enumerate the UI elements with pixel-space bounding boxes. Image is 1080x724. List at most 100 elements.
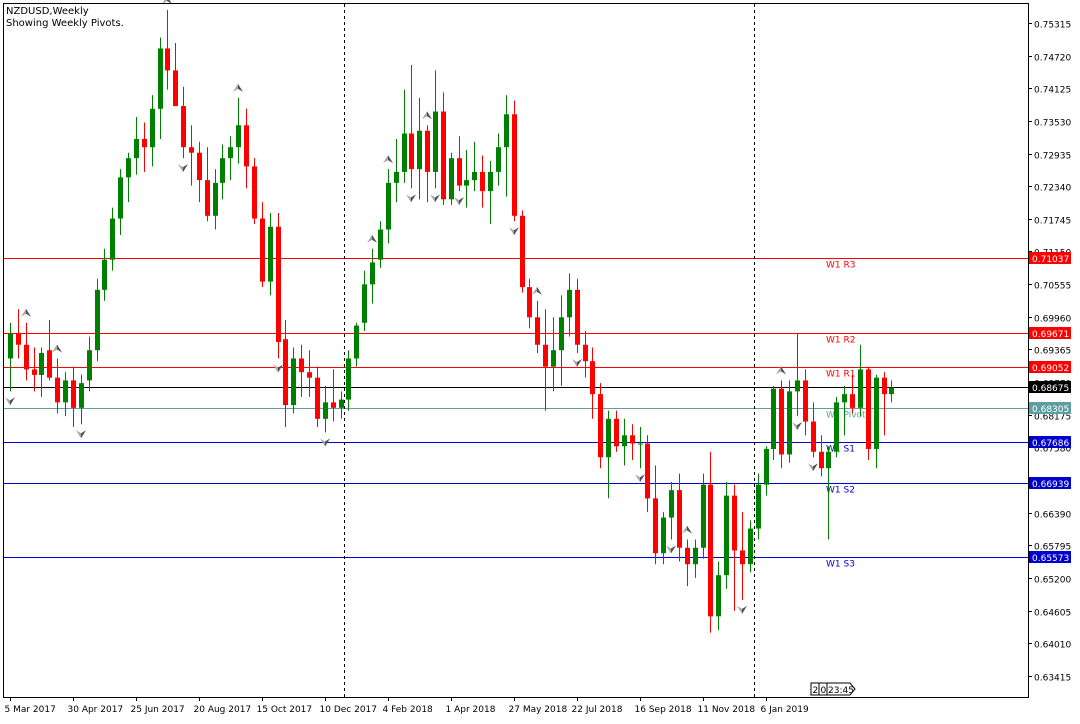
candle-body-86 [685,547,690,565]
candle-body-69 [551,350,556,367]
price-tag-w1-r3-text: 0.71037 [1032,255,1069,265]
candle-body-49 [394,171,399,183]
y-tick-label-4: 0.72935 [1034,152,1071,162]
candle-body-64 [512,114,517,216]
x-tick-label-11: 11 Nov 2018 [698,705,756,715]
pivot-label-w1-s2: W1 S2 [826,486,855,496]
y-tick-label-0: 0.75315 [1034,21,1071,31]
candle-body-23 [189,147,194,153]
candle-88 [701,473,706,559]
candle-105 [834,396,839,458]
candle-body-71 [567,289,572,318]
candle-31 [252,158,257,225]
price-chart[interactable]: W1 R3W1 R2W1 R1W1 PivotW1 S1W1 S2W1 S3 0… [0,0,1080,720]
x-tick-label-5: 10 Dec 2017 [320,705,378,715]
candle-body-95 [756,484,761,529]
y-tick-label-19: 0.64010 [1034,641,1071,651]
pivot-label-w1-r1: W1 R1 [826,370,855,380]
candle-body-11 [95,289,100,351]
x-tick-label-12: 6 Jan 2019 [761,705,809,715]
candle-body-96 [764,448,769,485]
candle-body-57 [457,158,462,186]
candle-body-30 [244,125,249,167]
candle-body-61 [488,171,493,192]
candle-body-37 [299,358,304,373]
x-tick-label-0: 5 Mar 2017 [5,705,56,715]
chart-subtitle: Showing Weekly Pivots. [6,18,124,29]
x-tick-label-6: 4 Feb 2018 [383,705,434,715]
y-tick-label-20: 0.63415 [1034,674,1071,684]
candle-body-26 [213,182,218,216]
timer-digit-2: 0 [821,686,827,696]
candle-body-15 [126,158,131,178]
candle-72 [575,278,580,353]
pivot-label-w1-r3: W1 R3 [826,261,855,271]
candle-65 [520,210,525,293]
candle-75 [598,383,603,469]
candle-body-6 [55,377,60,403]
candle-body-78 [622,435,627,447]
y-tick-label-2: 0.74125 [1034,86,1071,96]
chart-window: W1 R3 W1 R2 W1 R1 W1 Pivot W1 S1 W1 S2 W1 S3 0… [0,0,1080,720]
candle-body-8 [71,380,76,408]
candle-body-103 [819,451,824,469]
candle-body-39 [315,377,320,419]
y-tick-label-1: 0.74720 [1034,54,1071,64]
candle-body-3 [32,369,37,375]
candle-body-110 [874,377,879,449]
candle-body-73 [583,344,588,362]
candle-body-72 [575,289,580,345]
price-tag-w1-s1-text: 0.67686 [1032,439,1069,449]
candle-body-44 [354,325,359,359]
candle-body-81 [645,443,650,499]
candle-body-106 [842,394,847,403]
candle-body-42 [339,399,344,408]
candle-body-1 [16,333,21,345]
candle-body-66 [527,287,532,318]
candle-body-10 [87,350,92,381]
candle-body-5 [47,350,52,378]
x-tick-label-8: 27 May 2018 [509,705,568,715]
candle-11 [95,278,100,362]
candle-body-53 [425,130,430,172]
candle-body-13 [110,218,115,260]
candle-body-102 [811,421,816,452]
price-tag-w1-s2-text: 0.66939 [1032,480,1069,490]
y-tick-label-18: 0.64605 [1034,609,1071,619]
candle-body-62 [496,147,501,172]
candle-body-101 [803,380,808,422]
candle-body-104 [826,451,831,469]
timer-time: 23:45 [828,686,854,696]
candle-body-85 [677,490,682,548]
x-tick-label-3: 20 Aug 2017 [194,705,252,715]
candle-body-76 [606,418,611,458]
candle-body-68 [543,344,548,367]
candle-body-88 [701,484,706,548]
candle-body-32 [260,218,265,282]
candle-body-80 [638,443,643,445]
x-tick-label-2: 25 Jun 2017 [131,705,185,715]
candle-body-22 [181,106,186,148]
candle-body-41 [331,402,336,408]
candle-56 [449,152,454,205]
candle-body-28 [228,147,233,159]
x-tick-label-4: 15 Oct 2017 [257,705,313,715]
candle-body-75 [598,394,603,458]
candle-body-16 [134,138,139,159]
y-tick-label-5: 0.72340 [1034,184,1071,194]
candle-64 [512,100,517,222]
candle-body-105 [834,402,839,452]
candle-body-14 [118,177,123,219]
candle-body-55 [441,111,446,200]
candle-body-38 [307,372,312,378]
candle-body-43 [346,358,351,400]
candle-body-31 [252,166,257,219]
candle-body-25 [205,180,210,216]
candle-body-60 [480,171,485,192]
chart-symbol-title: NZDUSD,Weekly [6,6,89,17]
candle-body-109 [866,369,871,449]
candle-body-46 [370,262,375,285]
x-tick-label-9: 22 Jul 2018 [572,705,623,715]
candle-body-98 [779,388,784,455]
candle-body-107 [850,394,855,408]
